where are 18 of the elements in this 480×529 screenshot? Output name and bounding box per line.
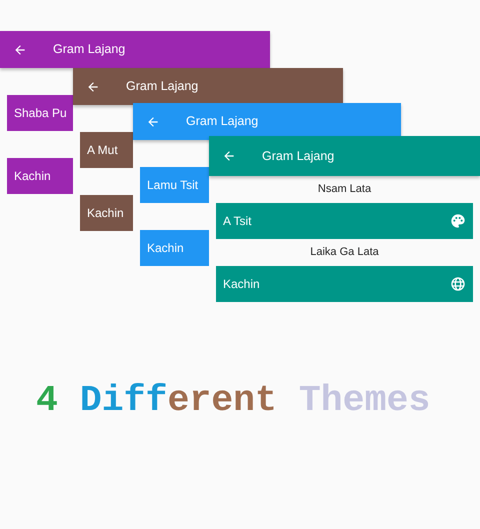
back-icon[interactable]: [146, 114, 160, 128]
back-icon[interactable]: [13, 42, 27, 56]
app-title: Gram Lajang: [126, 78, 198, 96]
menu-button[interactable]: A Tsit: [216, 203, 473, 239]
back-icon[interactable]: [222, 149, 236, 163]
menu-button[interactable]: Kachin: [7, 158, 73, 194]
menu-button[interactable]: A Mut: [80, 132, 133, 168]
menu-button[interactable]: Shaba Pu: [7, 95, 73, 131]
app-title: Gram Lajang: [262, 148, 334, 165]
section-label: Laika Ga Lata: [310, 245, 379, 260]
app-title: Gram Lajang: [186, 113, 258, 130]
palette-icon: [450, 213, 466, 229]
menu-button[interactable]: Kachin: [80, 195, 133, 231]
menu-button[interactable]: Kachin: [216, 266, 473, 302]
section-label: Nsam Lata: [318, 182, 372, 198]
globe-icon: [450, 276, 466, 292]
app-title: Gram Lajang: [53, 41, 126, 58]
back-icon[interactable]: [86, 80, 100, 94]
